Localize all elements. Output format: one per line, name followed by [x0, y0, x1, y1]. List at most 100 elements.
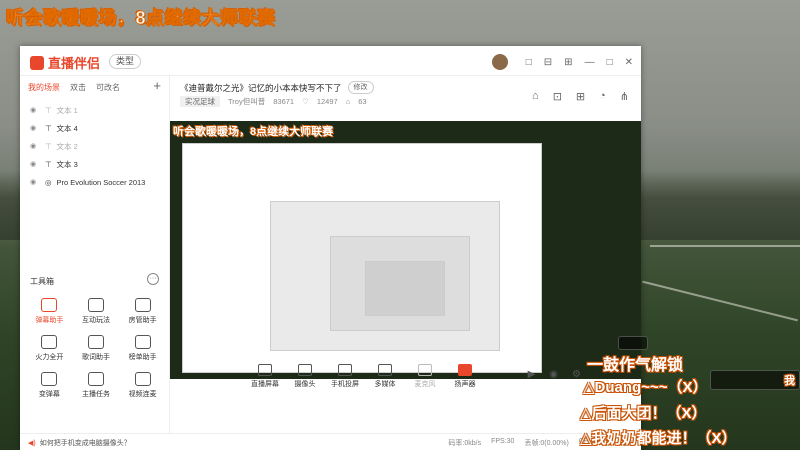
- tool-label: 火力全开: [35, 354, 64, 361]
- eye-icon[interactable]: ◉: [30, 160, 40, 168]
- nested-preview-4: [365, 261, 445, 316]
- tool-label: 变弹幕: [38, 391, 60, 398]
- share-icon[interactable]: ⋔: [620, 90, 629, 103]
- streamer-id: 83671: [273, 97, 295, 106]
- toolbox-title: 工具箱: [30, 277, 54, 286]
- type-button[interactable]: 类型: [109, 54, 142, 69]
- eye-icon[interactable]: ◉: [30, 124, 40, 132]
- maximize-icon[interactable]: □: [607, 57, 613, 68]
- media-button[interactable]: 多媒体: [368, 363, 402, 389]
- source-item[interactable]: ◉ ⊤ 文本 2: [20, 137, 169, 155]
- app-logo: 直播伴侣: [30, 53, 100, 72]
- screen-icon[interactable]: □: [526, 57, 532, 68]
- app-topbar: 直播伴侣 类型 □ ⊟ ⊞ — □ ✕: [20, 46, 641, 76]
- microphone-button[interactable]: 麦克风: [408, 363, 442, 389]
- more-icon[interactable]: ···: [147, 273, 159, 285]
- source-item[interactable]: ◉ ⊤ 文本 3: [20, 155, 169, 173]
- source-label: 文本 1: [56, 105, 78, 115]
- bell-icon[interactable]: ◔: [599, 90, 606, 103]
- dropped-frames: 丢帧:0(0.00%): [524, 440, 569, 447]
- speaker-icon: [458, 363, 472, 376]
- right-badge: 我: [784, 375, 795, 387]
- tool-danmu-assistant[interactable]: 弹幕助手: [26, 298, 73, 325]
- eye-icon[interactable]: ◉: [30, 178, 40, 186]
- tool-label: 榜单助手: [128, 354, 157, 361]
- tab-rename[interactable]: 可改名: [96, 82, 120, 93]
- stream-title: 《迪普戴尔之光》记忆的小本本快写不下了: [180, 82, 342, 93]
- ranking-icon: [134, 335, 151, 349]
- edit-title-button[interactable]: 修改: [347, 81, 374, 94]
- followers-count: 12497: [316, 97, 338, 106]
- status-bar: ◀) 如何把手机变成电脑摄像头？ 码率:0kb/s FPS:30 丢帧:0(0.…: [20, 433, 641, 450]
- text-source-icon: ⊤: [45, 159, 52, 169]
- source-item[interactable]: ◉ ◎ Pro Evolution Soccer 2013: [20, 173, 169, 191]
- tip-text: 如何把手机变成电脑摄像头？: [39, 440, 131, 447]
- gift-icon[interactable]: ⊞: [576, 90, 585, 103]
- user-icon: [134, 298, 151, 312]
- text-source-icon: ⊤: [45, 141, 52, 151]
- eye-icon[interactable]: ◉: [549, 369, 558, 380]
- calendar-icon: [87, 372, 104, 386]
- close-icon[interactable]: ✕: [625, 57, 633, 68]
- button-label: 摄像头: [294, 380, 316, 388]
- danmu-message: △后面大团！（X）: [580, 405, 707, 422]
- tool-label: 视频连麦: [128, 391, 157, 398]
- record-icon[interactable]: ⊟: [544, 57, 552, 68]
- speaker-icon: ◀): [28, 440, 36, 447]
- tool-tasks[interactable]: 主播任务: [73, 372, 120, 399]
- lyrics-icon: [87, 335, 104, 349]
- streaming-app-window: 直播伴侣 类型 □ ⊟ ⊞ — □ ✕ 我的场景 双击 可改名 + ◉ ⊤ 文本 1: [20, 46, 641, 450]
- tool-label: 主播任务: [81, 391, 110, 398]
- viewers-icon: ⌂: [345, 97, 351, 106]
- source-label: Pro Evolution Soccer 2013: [56, 177, 146, 187]
- camera-button[interactable]: 摄像头: [288, 363, 322, 389]
- field-line: [642, 280, 798, 322]
- source-item[interactable]: ◉ ⊤ 文本 1: [20, 101, 169, 119]
- link-icon: [134, 372, 151, 386]
- danmu-message: △Duang~~~（X）: [583, 379, 708, 396]
- source-item[interactable]: ◉ ⊤ 文本 4: [20, 119, 169, 137]
- source-label: 文本 3: [56, 159, 78, 169]
- speaker-button[interactable]: 扬声器: [448, 363, 482, 389]
- button-label: 扬声器: [454, 380, 476, 388]
- unlock-icon[interactable]: ⊡: [553, 90, 562, 103]
- category-tag[interactable]: 实况足球: [180, 96, 220, 107]
- store-icon[interactable]: ⌂: [532, 90, 539, 103]
- tool-danmu-change[interactable]: 变弹幕: [26, 372, 73, 399]
- settings-icon[interactable]: ⚙: [572, 369, 581, 380]
- bitrate: 码率:0kb/s: [448, 440, 482, 447]
- preview-overlay-title: 听会歌暖暖场，8点继续大师联赛: [173, 126, 334, 138]
- followers-icon: ♡: [302, 97, 309, 106]
- status-tip[interactable]: ◀) 如何把手机变成电脑摄像头？: [28, 438, 131, 448]
- screen-capture-button[interactable]: 直播屏幕: [248, 363, 282, 389]
- tab-double-click[interactable]: 双击: [70, 82, 86, 93]
- tool-video-link[interactable]: 视频连麦: [119, 372, 166, 399]
- add-scene-button[interactable]: +: [153, 78, 161, 93]
- phone-icon: [338, 363, 352, 376]
- tool-ranking[interactable]: 榜单助手: [119, 335, 166, 362]
- avatar[interactable]: [491, 54, 508, 70]
- tool-fire[interactable]: 火力全开: [26, 335, 73, 362]
- camera-icon: [298, 363, 312, 376]
- bottom-toolbar: 直播屏幕 摄像头 手机投屏 多媒体 麦克风 扬声器 ▶ ◉ ⚙: [170, 349, 641, 403]
- tool-interactive[interactable]: 互动玩法: [73, 298, 120, 325]
- stream-title-row: 《迪普戴尔之光》记忆的小本本快写不下了 修改: [180, 81, 374, 94]
- tool-label: 歌词助手: [81, 354, 110, 361]
- text-source-icon: ⊤: [45, 123, 52, 133]
- tool-room-manager[interactable]: 房管助手: [119, 298, 166, 325]
- phone-cast-button[interactable]: 手机投屏: [328, 363, 362, 389]
- field-line: [650, 245, 800, 247]
- eye-icon[interactable]: ◉: [30, 106, 40, 114]
- minimize-icon[interactable]: —: [585, 57, 595, 68]
- video-icon[interactable]: ▶: [528, 369, 536, 380]
- viewers-count: 63: [358, 97, 367, 106]
- stream-preview[interactable]: 听会歌暖暖场，8点继续大师联赛: [170, 121, 641, 379]
- source-label: 文本 2: [56, 141, 78, 151]
- tab-my-scene[interactable]: 我的场景: [28, 82, 60, 93]
- streamer-name: Troy但叫普: [228, 97, 266, 106]
- source-label: 文本 4: [56, 123, 78, 133]
- source-list: ◉ ⊤ 文本 1 ◉ ⊤ 文本 4 ◉ ⊤ 文本 2 ◉ ⊤ 文本 3 ◉ ◎ Pro Evolut…: [20, 101, 169, 191]
- eye-icon[interactable]: ◉: [30, 142, 40, 150]
- tool-lyrics[interactable]: 歌词助手: [73, 335, 120, 362]
- layout-icon[interactable]: ⊞: [564, 57, 572, 68]
